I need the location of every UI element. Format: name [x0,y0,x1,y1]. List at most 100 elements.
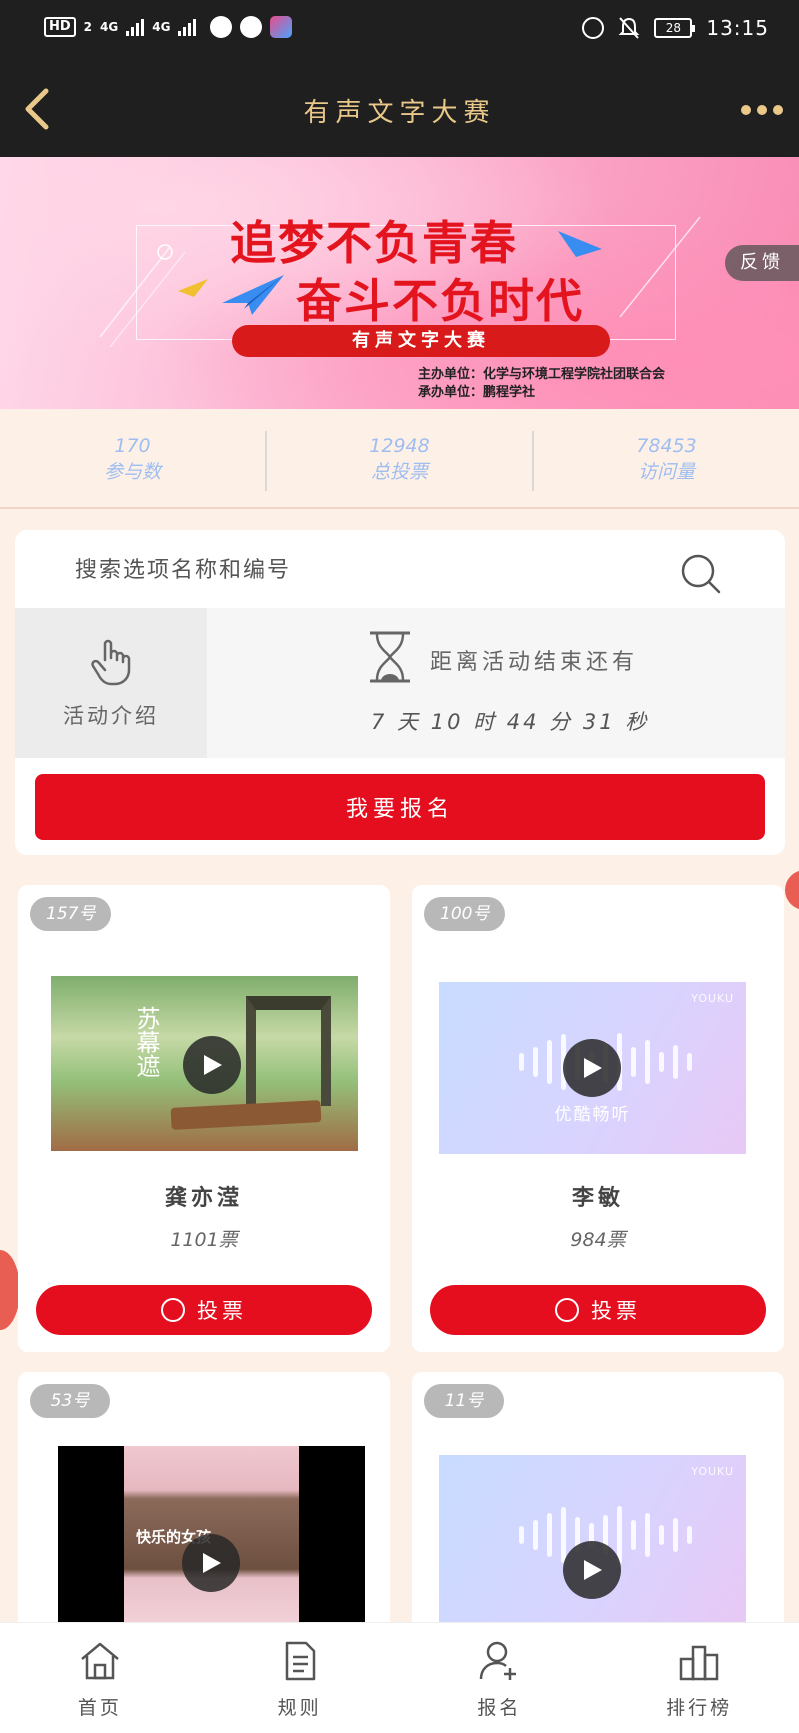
play-button[interactable] [563,1541,621,1599]
activity-intro-label: 活动介绍 [63,704,159,728]
entry-thumbnail[interactable]: YOUKU [439,1455,746,1622]
vote-button[interactable]: 投票 [430,1285,766,1335]
more-dot-icon [757,105,767,115]
bottom-tab-bar: 首页 规则 报名 排行榜 [0,1622,799,1733]
nav-bar: 有声文字大赛 [0,62,799,157]
entry-card: 100号 YOUKU 优酷畅听 李敏 984票 投票 [412,885,784,1352]
entry-thumbnail[interactable]: YOUKU 优酷畅听 [439,982,746,1154]
play-button[interactable] [563,1039,621,1097]
mute-icon [618,17,640,39]
tab-signup[interactable]: 报名 [400,1623,600,1733]
wechat-icon [240,16,263,38]
tab-label: 首页 [77,1697,122,1719]
stat-value: 78453 [636,435,697,457]
search-input[interactable] [75,548,655,592]
paper-plane-icon [222,275,284,315]
search-card: 活动介绍 距离活动结束还有 7 天 10 时 44 分 31 秒 我要报名 [15,530,785,855]
play-button[interactable] [182,1534,240,1592]
play-icon [204,1055,222,1075]
status-left: HD 2 4G 4G [44,16,293,38]
entry-votes: 984票 [570,1229,626,1251]
thumbnail-instrument [170,1100,322,1130]
ranking-icon [679,1645,719,1681]
tab-home[interactable]: 首页 [0,1623,200,1733]
stat-label: 访问量 [637,461,695,483]
tab-rules[interactable]: 规则 [200,1623,400,1733]
feedback-button[interactable]: 反馈 [725,245,799,281]
alarm-icon [582,17,605,39]
add-user-icon [480,1641,517,1680]
vote-button[interactable]: 投票 [36,1285,372,1335]
hand-pointer-icon [91,639,131,686]
document-icon [285,1641,315,1681]
more-button[interactable] [741,90,783,130]
decorative-circle [0,1250,20,1330]
signal-icon [178,18,197,36]
search-row [15,530,785,608]
battery-icon: 28 [654,18,696,38]
circle-icon [555,1298,579,1322]
countdown-title: 距离活动结束还有 [430,650,639,675]
thumbnail-caption: 苏幕遮 [132,1006,160,1078]
entry-card: 157号 苏幕遮 龚亦滢 1101票 投票 [18,885,390,1352]
tab-ranking[interactable]: 排行榜 [599,1623,799,1733]
banner-event-name: 有声文字大赛 [232,325,610,357]
entry-thumbnail[interactable]: 快乐的女孩 [58,1446,365,1622]
search-icon[interactable] [679,552,723,596]
hero-banner: 追梦不负青春 奋斗不负时代 有声文字大赛 主办单位：化学与环境工程学院社团联合会… [0,157,799,409]
info-row: 活动介绍 距离活动结束还有 7 天 10 时 44 分 31 秒 [15,608,785,758]
signal-type-2: 4G [152,20,171,34]
stat-visits: 78453 访问量 [534,409,799,507]
signup-button[interactable]: 我要报名 [35,774,765,840]
status-right: 28 13:15 [582,16,769,40]
stat-label: 总投票 [370,461,428,483]
mobile-app-icon [270,16,293,38]
tab-label: 报名 [477,1697,522,1719]
entry-votes: 1101票 [170,1229,238,1251]
more-dot-icon [773,105,783,115]
banner-slogan-2: 奋斗不负时代 [296,274,584,328]
stat-value: 12948 [369,435,430,457]
signal-icon [126,18,145,36]
signal-type-1: 4G [100,20,119,34]
tab-label: 规则 [277,1697,322,1719]
entry-name: 龚亦滢 [164,1185,243,1211]
entry-card: 11号 YOUKU [412,1372,784,1622]
entry-number-badge: 100号 [424,897,506,931]
entry-number-badge: 11号 [424,1384,504,1418]
entry-card: 53号 快乐的女孩 [18,1372,390,1622]
thumbnail-gate [246,996,331,1106]
home-icon [81,1642,119,1680]
paper-plane-icon [178,279,208,297]
stat-total-votes: 12948 总投票 [267,409,532,507]
decorative-circle [785,870,799,910]
youku-watermark: YOUKU [691,992,734,1005]
more-dot-icon [741,105,751,115]
circle-icon [161,1298,185,1322]
stat-label: 参与数 [103,461,161,483]
paper-plane-icon [558,231,602,257]
activity-intro-button[interactable]: 活动介绍 [15,608,207,758]
play-button[interactable] [183,1036,241,1094]
countdown-timer: 7 天 10 时 44 分 31 秒 [371,710,650,734]
clock: 13:15 [706,16,769,40]
entry-number-badge: 157号 [30,897,112,931]
youku-watermark: YOUKU [691,1465,734,1478]
banner-host-info: 主办单位：化学与环境工程学院社团联合会 承办单位：鹏程学社 [418,366,665,402]
page-title: 有声文字大赛 [303,98,496,128]
hd-indicator: HD [44,17,76,37]
vote-label: 投票 [591,1299,641,1323]
qq-icon [210,16,233,38]
audio-label: 优酷畅听 [554,1105,631,1125]
entry-number-badge: 53号 [30,1384,110,1418]
play-icon [584,1560,602,1580]
banner-slogan-1: 追梦不负青春 [230,216,518,270]
stats-bar: 170 参与数 12948 总投票 78453 访问量 [0,409,799,509]
organizer-line: 承办单位：鹏程学社 [418,385,536,400]
entry-thumbnail[interactable]: 苏幕遮 [51,976,358,1151]
stat-value: 170 [114,435,151,457]
entry-name: 李敏 [571,1185,624,1211]
vote-label: 投票 [197,1299,247,1323]
play-icon [203,1553,221,1573]
tab-label: 排行榜 [666,1697,733,1719]
